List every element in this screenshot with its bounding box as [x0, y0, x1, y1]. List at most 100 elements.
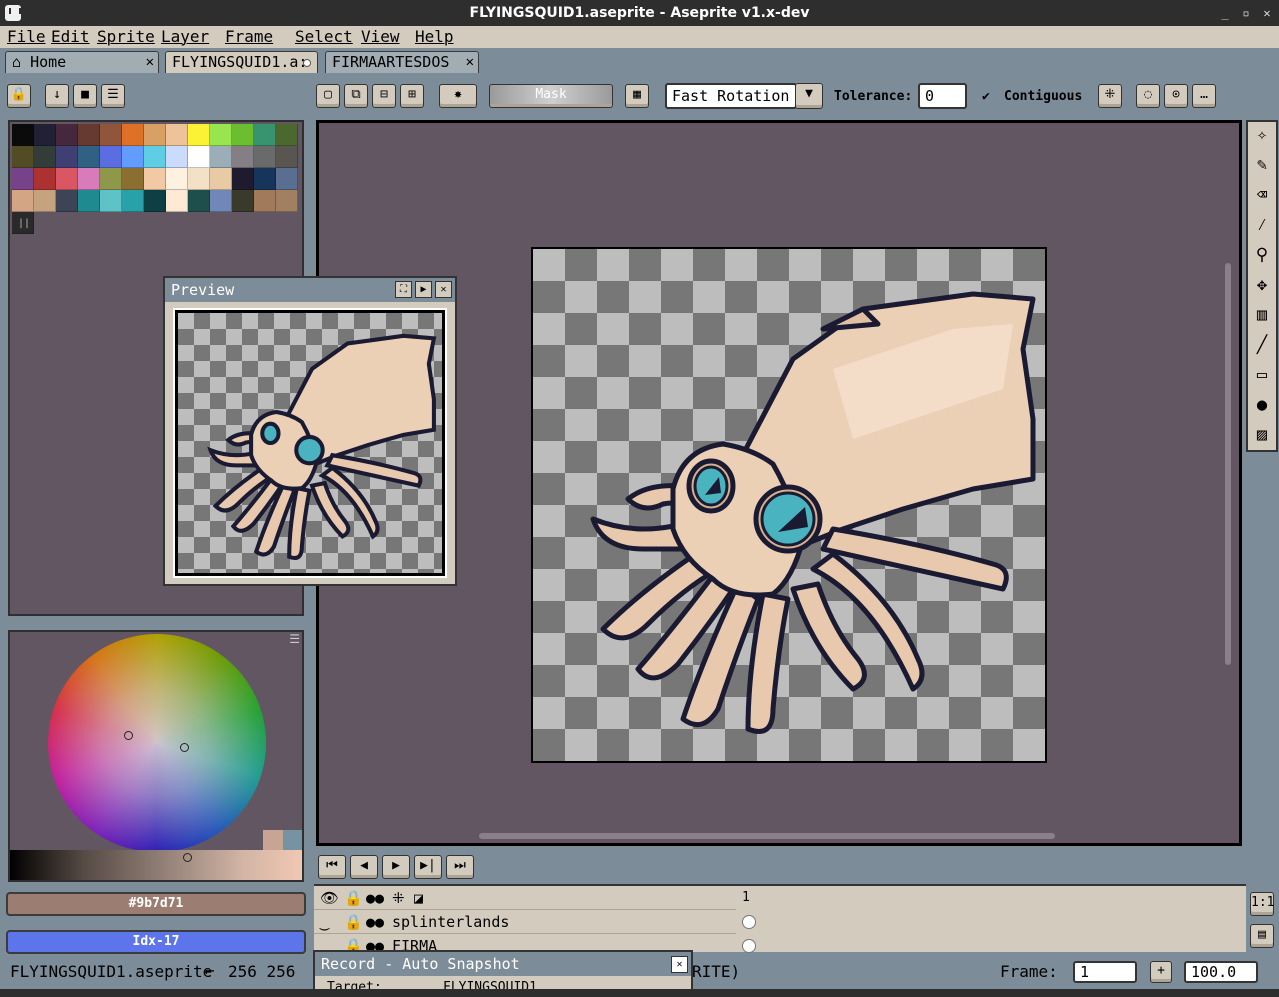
hidden-eye-icon[interactable]: ‿ — [320, 910, 329, 934]
palette-swatch[interactable] — [166, 146, 188, 168]
pencil-icon[interactable]: ✎ — [1250, 152, 1274, 179]
palette-swatch[interactable] — [78, 124, 100, 146]
lock-header-icon[interactable]: 🔒 — [344, 886, 363, 910]
menu-lines-icon[interactable]: ☰ — [101, 84, 125, 108]
preview-mode-icon[interactable]: ⛶ — [395, 281, 412, 298]
shade-marker[interactable] — [183, 853, 192, 862]
tab-flyingsquid[interactable]: FLYINGSQUID1.a: — [165, 51, 318, 73]
palette-swatch[interactable] — [56, 146, 78, 168]
palette-swatch[interactable] — [232, 146, 254, 168]
stop-icon[interactable]: ■ — [73, 84, 97, 108]
color-shade-strip[interactable] — [10, 830, 302, 880]
rotation-algorithm-select[interactable]: Fast Rotation — [665, 83, 797, 109]
preview-window[interactable]: Preview ⛶ ▶ ✕ — [163, 276, 457, 586]
palette-swatch[interactable] — [166, 190, 188, 212]
wheel-menu-icon[interactable]: ☰ — [289, 632, 300, 646]
snap-icon[interactable]: ◌ — [1136, 84, 1160, 108]
palette-swatch[interactable] — [100, 168, 122, 190]
palette-swatch[interactable] — [12, 146, 34, 168]
continuous-header-icon[interactable]: ●● — [366, 886, 384, 910]
palette-swatch[interactable] — [78, 190, 100, 212]
selection-subtract-icon[interactable]: ⊟ — [372, 84, 396, 108]
previous-frame-icon[interactable]: ◀ — [350, 855, 378, 879]
palette-swatch[interactable] — [56, 190, 78, 212]
selection-add-icon[interactable]: ⧉ — [344, 84, 368, 108]
palette-swatch[interactable] — [188, 124, 210, 146]
menu-layer[interactable]: Layer — [161, 27, 209, 47]
layer-name[interactable]: splinterlands — [392, 910, 509, 934]
eyedropper-icon[interactable]: ⁄ — [1250, 212, 1274, 239]
snapshot-close-icon[interactable]: ✕ — [671, 956, 688, 973]
tag-header-icon[interactable]: ◪ — [414, 886, 423, 910]
palette-swatch[interactable] — [122, 124, 144, 146]
palette-swatch[interactable] — [34, 124, 56, 146]
palette-swatch[interactable] — [34, 190, 56, 212]
layer-row[interactable]: ‿ 🔒 ●● splinterlands — [314, 910, 736, 934]
close-button[interactable]: ✕ — [1258, 4, 1276, 22]
preview-title-bar[interactable]: Preview ⛶ ▶ ✕ — [165, 278, 455, 302]
close-tab-icon[interactable]: ✕ — [466, 52, 474, 72]
first-frame-icon[interactable]: ⏮ — [318, 855, 346, 879]
palette-swatch[interactable] — [144, 146, 166, 168]
palette-swatch[interactable] — [144, 124, 166, 146]
palette-swatch[interactable] — [56, 124, 78, 146]
foreground-color-button[interactable]: #9b7d71 — [6, 892, 306, 916]
gradient-icon[interactable]: ▥ — [1250, 302, 1274, 329]
onion-skin-icon[interactable]: ⊙ — [1164, 84, 1188, 108]
more-options-icon[interactable]: … — [1192, 84, 1216, 108]
vertical-scrollbar[interactable] — [1225, 263, 1231, 665]
palette-swatch[interactable] — [210, 168, 232, 190]
maximize-button[interactable]: ▫ — [1237, 4, 1255, 22]
tolerance-input[interactable]: 0 — [918, 83, 967, 109]
eraser-icon[interactable]: ⌫ — [1250, 182, 1274, 209]
palette-swatch[interactable] — [34, 146, 56, 168]
palette-swatch[interactable] — [276, 190, 298, 212]
palette-swatch[interactable] — [122, 190, 144, 212]
palette-swatch[interactable] — [254, 146, 276, 168]
palette-swatch[interactable] — [166, 168, 188, 190]
zoom-icon[interactable]: ⚲ — [1250, 242, 1274, 269]
frame-cell[interactable] — [742, 915, 756, 929]
filmstrip-icon[interactable]: ▤ — [1250, 924, 1274, 948]
line-icon[interactable]: ╱ — [1250, 332, 1274, 359]
palette-swatch[interactable] — [210, 124, 232, 146]
preview-close-icon[interactable]: ✕ — [435, 281, 452, 298]
actual-size-icon[interactable]: 1:1 — [1250, 892, 1274, 916]
palette-swatch[interactable] — [188, 146, 210, 168]
grid-icon[interactable]: ▦ — [625, 84, 649, 108]
palette-swatch[interactable] — [144, 168, 166, 190]
palette-swatch[interactable] — [12, 168, 34, 190]
frame-input[interactable]: 1 — [1073, 961, 1137, 983]
preview-play-icon[interactable]: ▶ — [415, 281, 432, 298]
menu-sprite[interactable]: Sprite — [97, 27, 155, 47]
palette-swatch[interactable] — [254, 168, 276, 190]
palette-swatch[interactable] — [232, 190, 254, 212]
palette-swatch[interactable] — [56, 168, 78, 190]
menu-select[interactable]: Select — [295, 27, 353, 47]
menu-file[interactable]: File — [7, 27, 46, 47]
close-tab-icon[interactable]: ✕ — [146, 52, 154, 72]
palette-swatch[interactable] — [100, 124, 122, 146]
menu-frame[interactable]: Frame — [225, 27, 273, 47]
lock-icon[interactable]: 🔒 — [7, 84, 31, 108]
palette-swatch[interactable] — [100, 146, 122, 168]
palette-swatch[interactable] — [144, 190, 166, 212]
palette-grid[interactable] — [12, 124, 298, 234]
mask-button[interactable]: Mask — [489, 84, 613, 108]
palette-swatch[interactable] — [210, 146, 232, 168]
magic-wand-icon[interactable]: ✧ — [1250, 122, 1274, 149]
background-color-button[interactable]: Idx-17 — [6, 930, 306, 954]
palette-swatch[interactable] — [12, 190, 34, 212]
palette-swatch[interactable] — [188, 190, 210, 212]
menu-help[interactable]: Help — [415, 27, 454, 47]
palette-swatch[interactable] — [232, 124, 254, 146]
zoom-input[interactable]: 100.0 — [1184, 961, 1258, 983]
palette-swatch[interactable] — [276, 146, 298, 168]
add-frame-icon[interactable]: + — [1150, 961, 1172, 983]
frame-cell[interactable] — [742, 939, 756, 953]
wheel-marker[interactable] — [124, 731, 133, 740]
palette-swatch[interactable] — [254, 190, 276, 212]
palette-swatch[interactable] — [122, 146, 144, 168]
selection-intersect-icon[interactable]: ⊞ — [400, 84, 424, 108]
tab-firmaartesdos[interactable]: FIRMAARTESDOS ✕ — [325, 51, 479, 73]
